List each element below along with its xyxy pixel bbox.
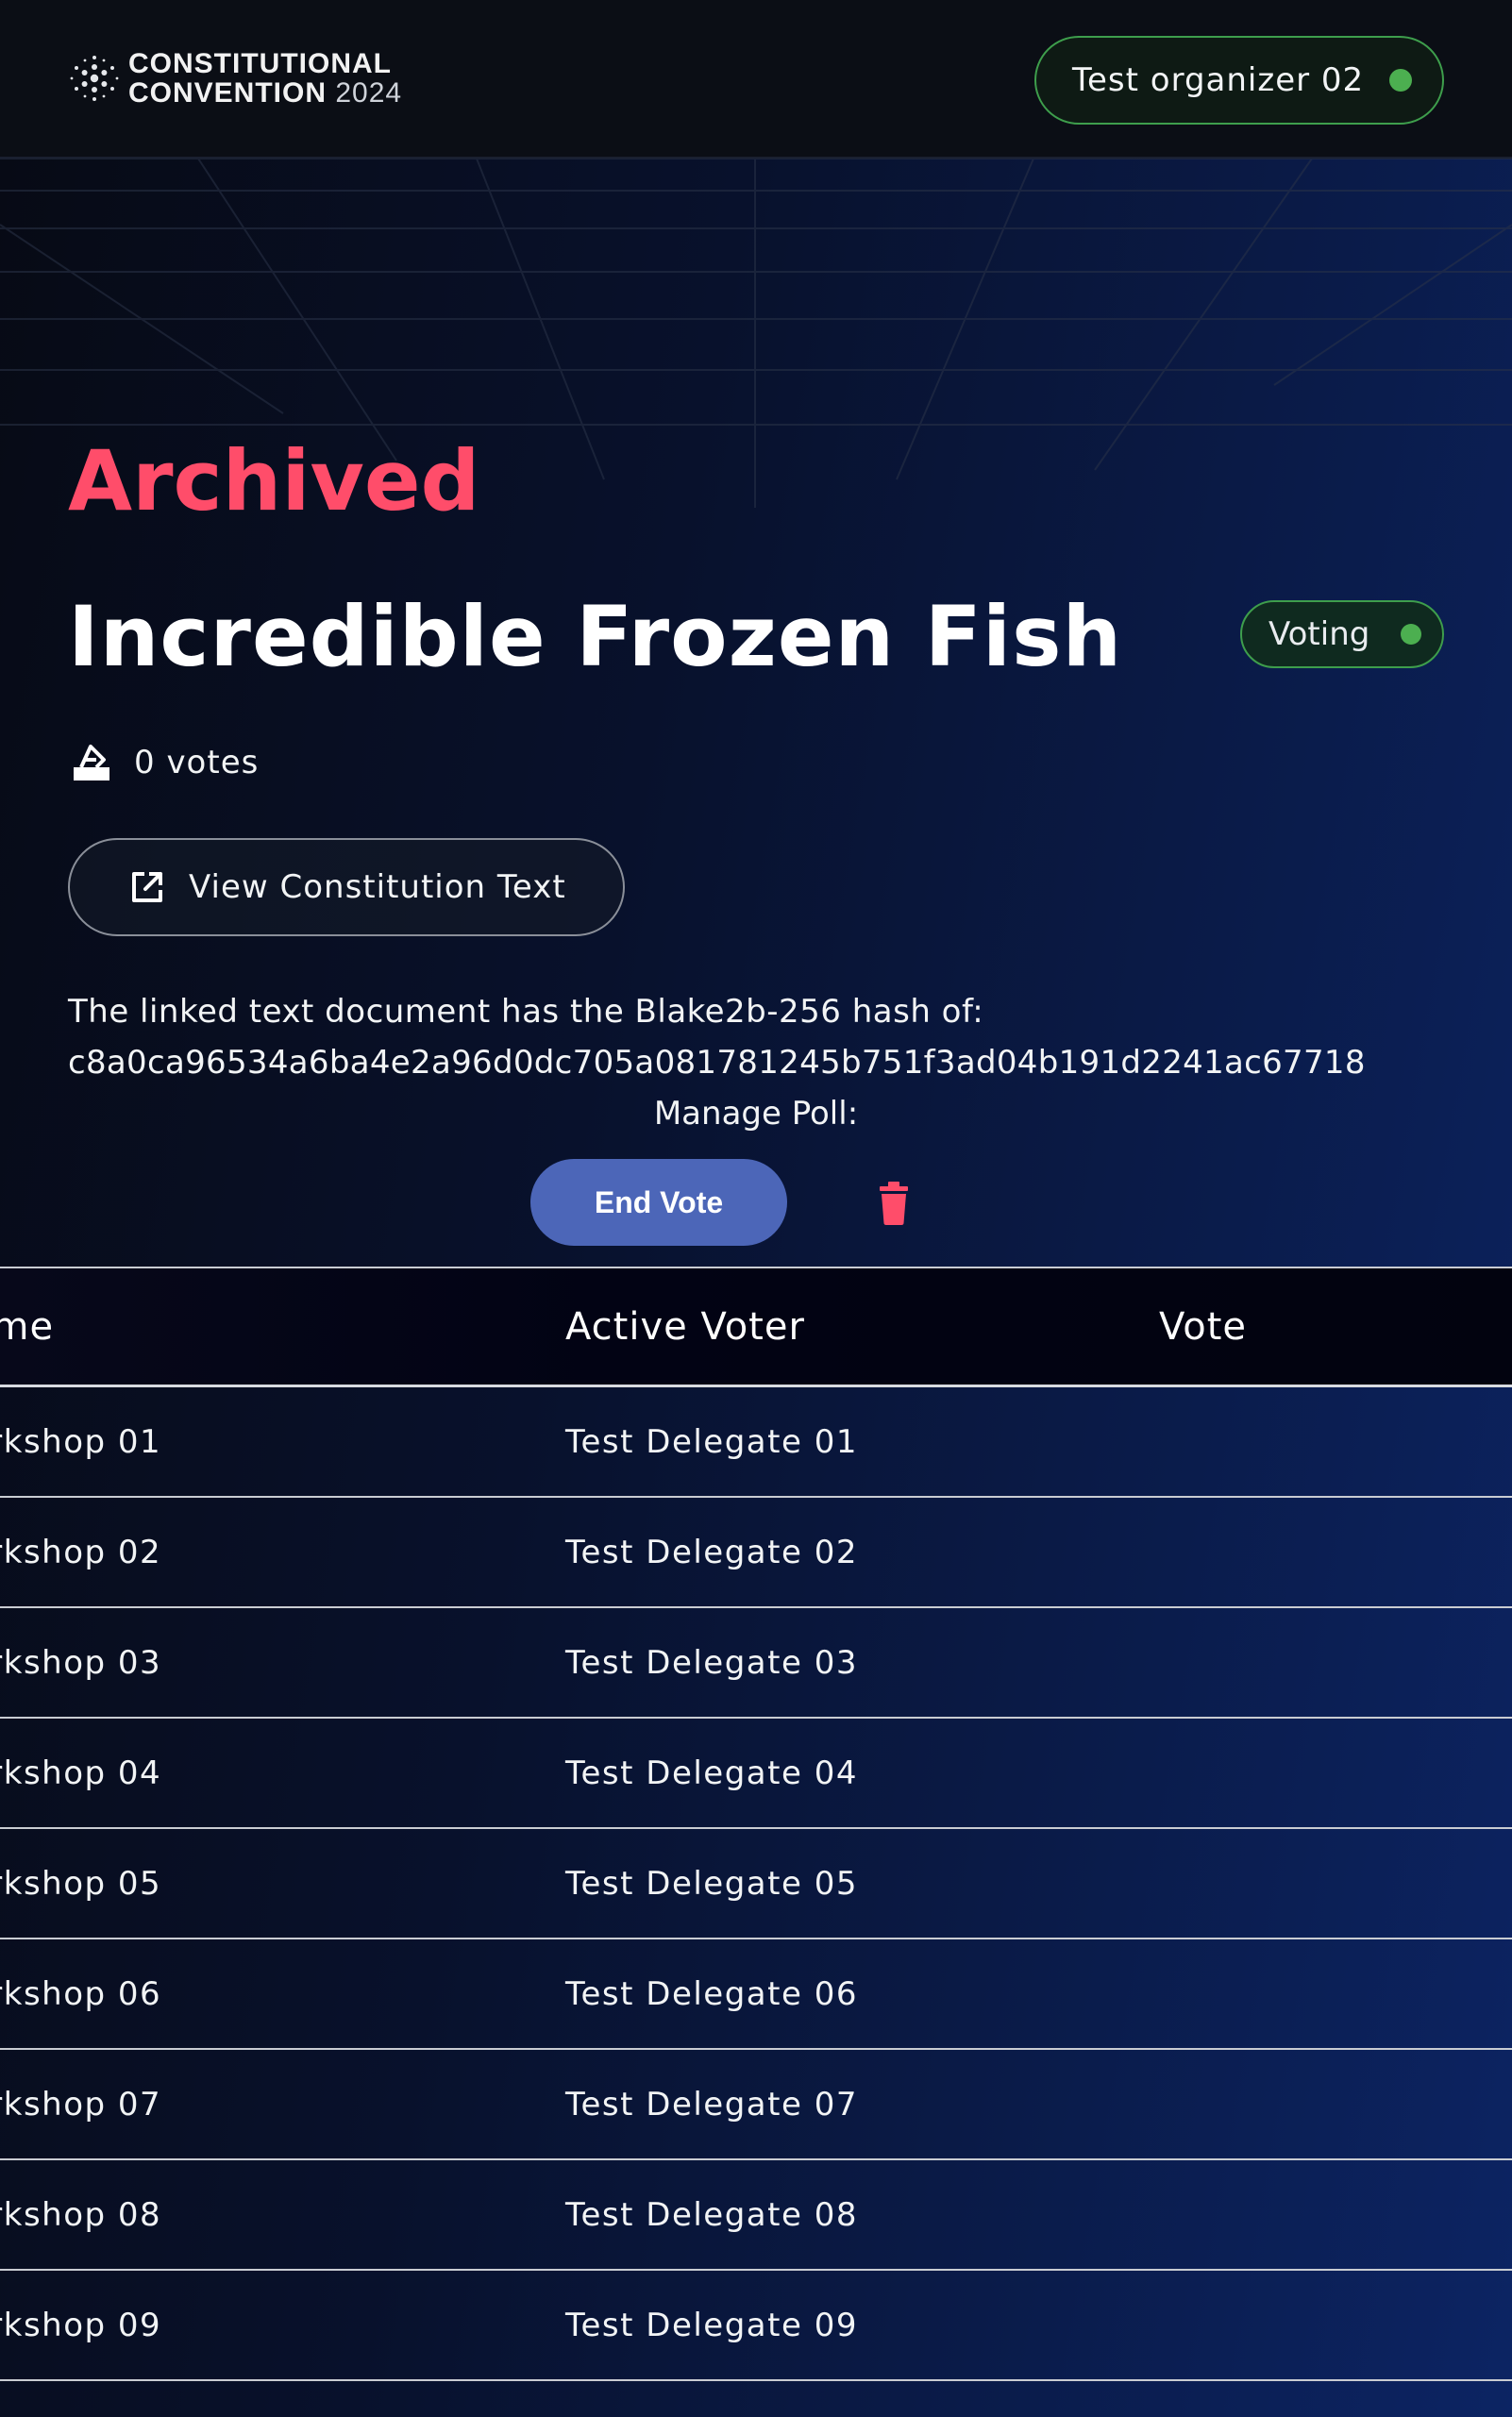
ballot-box-icon	[74, 745, 109, 780]
row-name-cell: orkshop 04	[0, 1754, 162, 1792]
row-name-cell: orkshop 09	[0, 2306, 162, 2344]
logo-line-2: CONVENTION 2024	[128, 78, 402, 108]
hash-description: The linked text document has the Blake2b…	[68, 993, 984, 1031]
table-row[interactable]: orkshop 01 Test Delegate 01	[0, 1387, 1512, 1498]
user-account-button[interactable]: Test organizer 02	[1034, 36, 1444, 125]
row-name-cell: orkshop 01	[0, 1422, 162, 1461]
trash-icon[interactable]	[870, 1180, 917, 1227]
poll-status-label: Archived	[68, 432, 480, 529]
table-row[interactable]: orkshop 05 Test Delegate 05	[0, 1829, 1512, 1939]
table-row[interactable]: orkshop 09 Test Delegate 09	[0, 2271, 1512, 2381]
votes-table: ame Active Voter Vote orkshop 01 Test De…	[0, 1267, 1512, 2381]
logo-year: 2024	[335, 77, 403, 109]
row-voter-cell: Test Delegate 06	[565, 1974, 858, 2013]
external-link-icon	[132, 872, 162, 902]
row-voter-cell: Test Delegate 07	[565, 2085, 858, 2123]
row-voter-cell: Test Delegate 04	[565, 1754, 858, 1792]
site-logo[interactable]: CONSTITUTIONAL CONVENTION 2024	[68, 49, 402, 108]
voting-status-badge: Voting	[1240, 600, 1444, 668]
voting-badge-label: Voting	[1268, 615, 1370, 653]
row-name-cell: orkshop 03	[0, 1643, 162, 1682]
row-voter-cell: Test Delegate 08	[565, 2195, 858, 2234]
table-header: ame Active Voter Vote	[0, 1268, 1512, 1387]
manage-poll-label: Manage Poll:	[653, 1095, 859, 1133]
column-header-name[interactable]: ame	[0, 1268, 54, 1385]
cardano-logo-icon	[70, 56, 119, 101]
end-vote-button[interactable]: End Vote	[530, 1159, 787, 1246]
row-voter-cell: Test Delegate 05	[565, 1864, 858, 1903]
column-header-active-voter[interactable]: Active Voter	[565, 1268, 805, 1385]
logo-word: CONVENTION	[128, 77, 328, 109]
logo-line-1: CONSTITUTIONAL	[128, 48, 392, 79]
column-header-vote[interactable]: Vote	[1159, 1268, 1247, 1385]
table-row[interactable]: orkshop 03 Test Delegate 03	[0, 1608, 1512, 1719]
status-dot-icon	[1401, 624, 1421, 645]
hash-value: c8a0ca96534a6ba4e2a96d0dc705a081781245b7…	[68, 1044, 1366, 1082]
top-header: CONSTITUTIONAL CONVENTION 2024 Test orga…	[0, 0, 1512, 159]
row-name-cell: orkshop 06	[0, 1974, 162, 2013]
row-name-cell: orkshop 05	[0, 1864, 162, 1903]
row-voter-cell: Test Delegate 03	[565, 1643, 858, 1682]
poll-title: Incredible Frozen Fish	[68, 588, 1123, 685]
logo-wordmark: CONSTITUTIONAL CONVENTION 2024	[128, 49, 402, 108]
table-row[interactable]: orkshop 06 Test Delegate 06	[0, 1939, 1512, 2050]
votes-count-text: 0 votes	[134, 744, 260, 781]
table-row[interactable]: orkshop 04 Test Delegate 04	[0, 1719, 1512, 1829]
table-row[interactable]: orkshop 02 Test Delegate 02	[0, 1498, 1512, 1608]
table-row[interactable]: orkshop 08 Test Delegate 08	[0, 2160, 1512, 2271]
row-name-cell: orkshop 08	[0, 2195, 162, 2234]
view-constitution-label: View Constitution Text	[189, 868, 566, 906]
votes-count: 0 votes	[68, 734, 259, 791]
status-dot-icon	[1389, 69, 1412, 92]
table-row[interactable]: orkshop 07 Test Delegate 07	[0, 2050, 1512, 2160]
user-name: Test organizer 02	[1072, 61, 1365, 99]
row-voter-cell: Test Delegate 02	[565, 1533, 858, 1571]
view-constitution-button[interactable]: View Constitution Text	[68, 838, 625, 936]
row-voter-cell: Test Delegate 01	[565, 1422, 858, 1461]
row-name-cell: orkshop 07	[0, 2085, 162, 2123]
row-name-cell: orkshop 02	[0, 1533, 162, 1571]
row-voter-cell: Test Delegate 09	[565, 2306, 858, 2344]
